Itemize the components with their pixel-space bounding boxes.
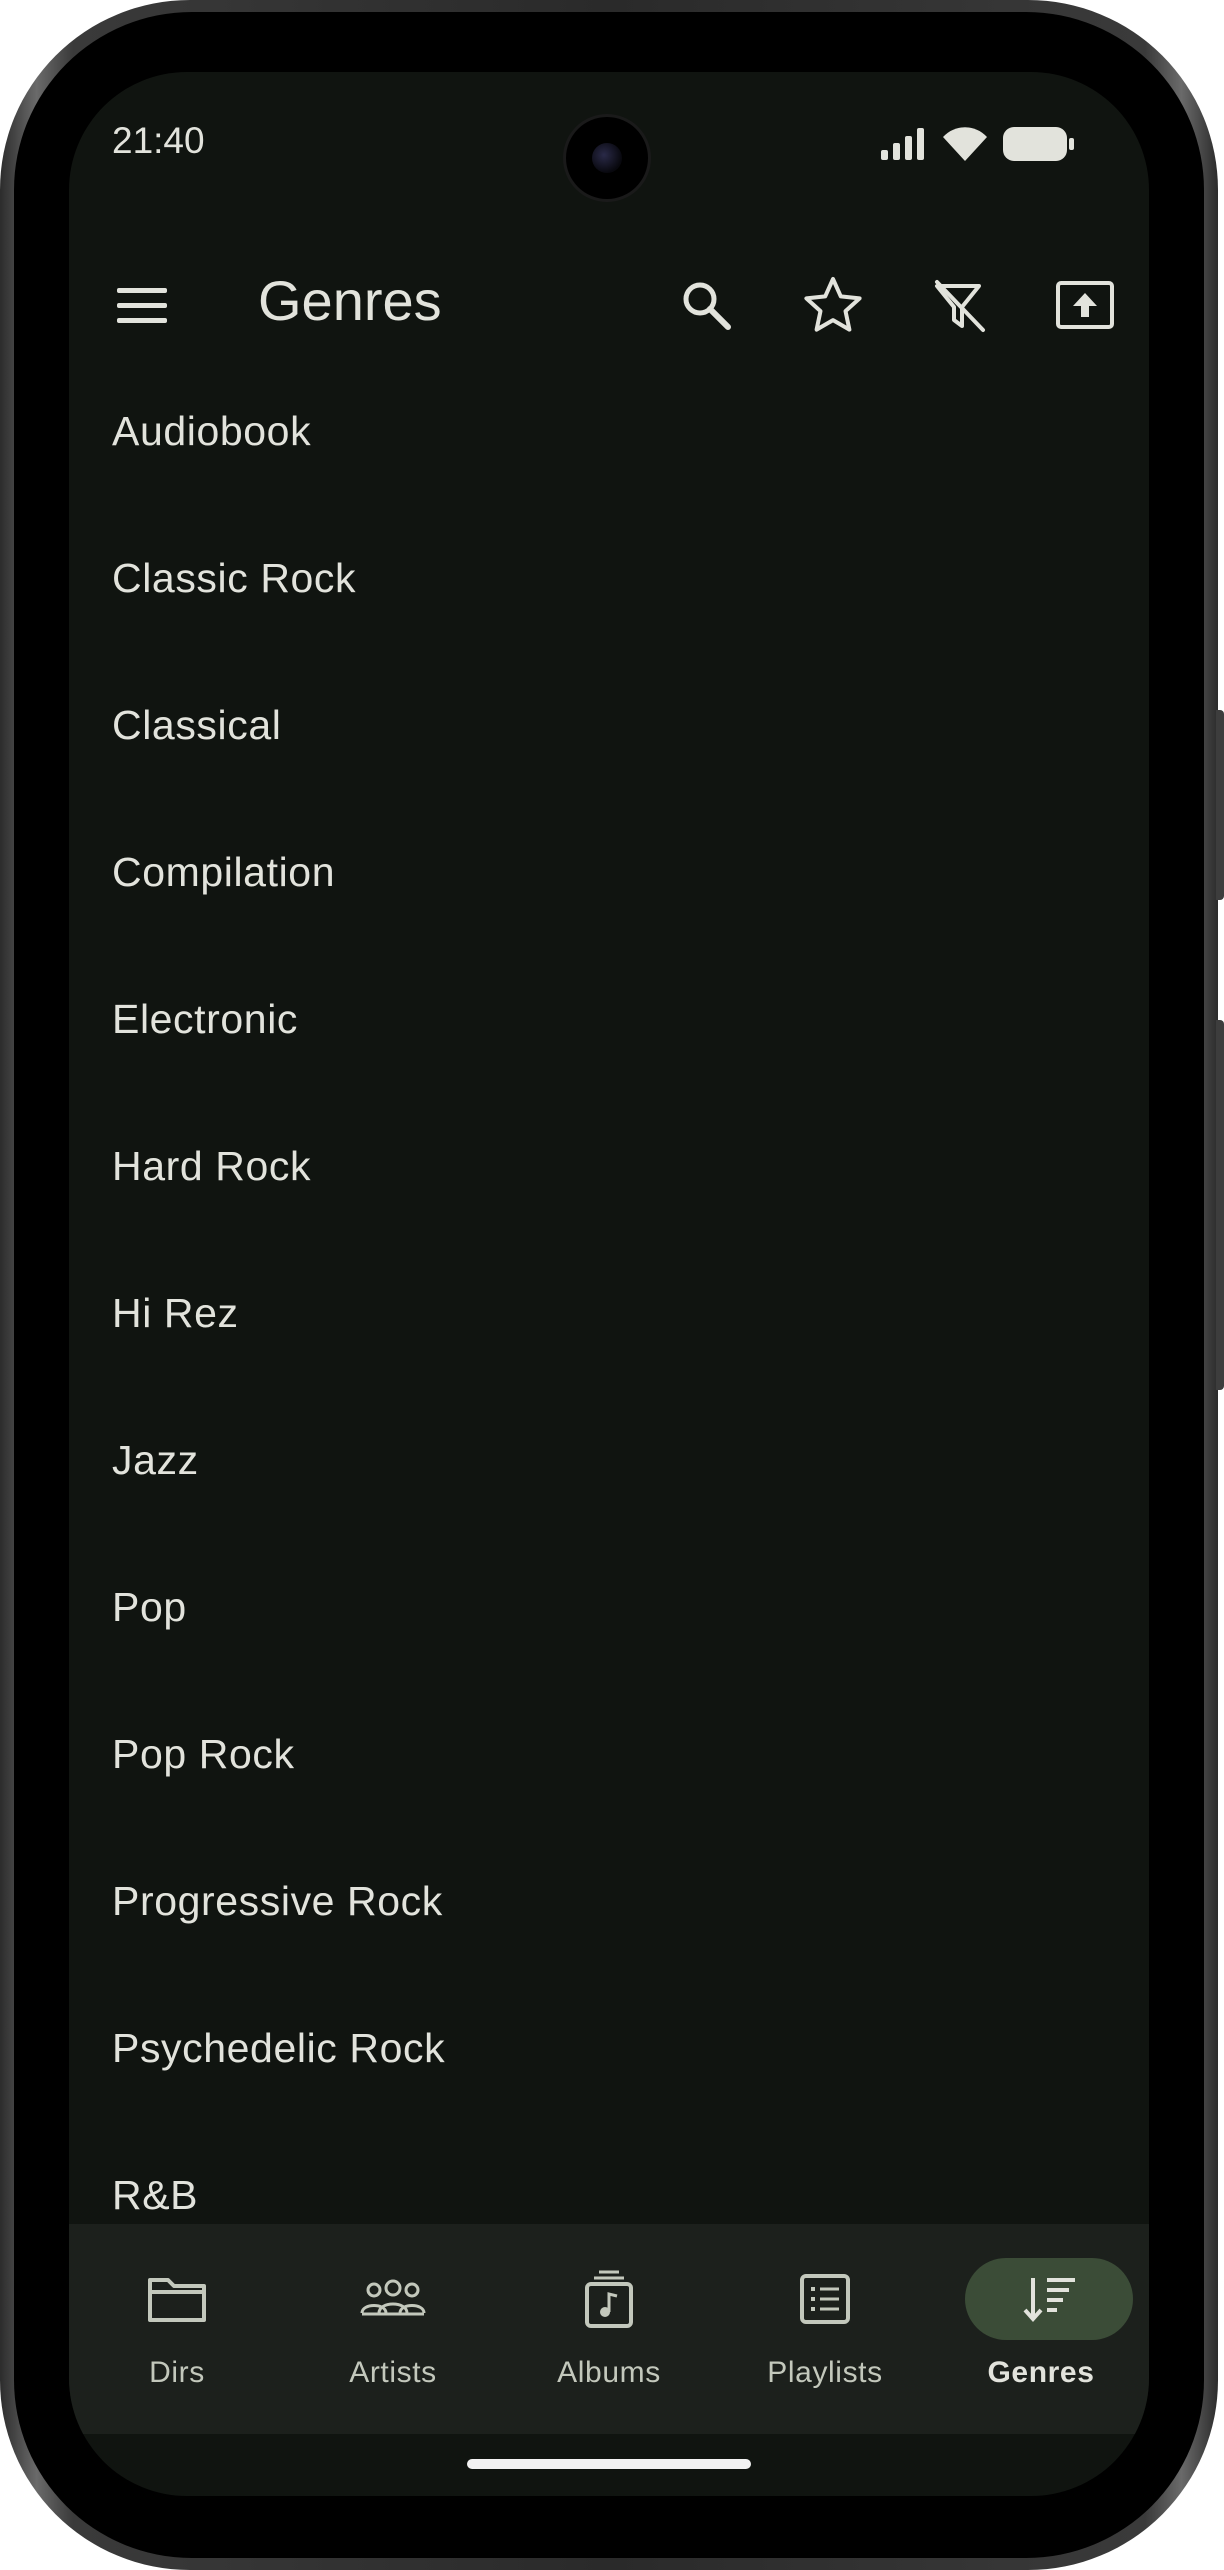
bottom-navigation: Dirs Artists Albums Playlists Genres <box>69 2224 1149 2434</box>
favorites-button[interactable] <box>791 264 875 348</box>
nav-label: Dirs <box>149 2356 205 2389</box>
genre-item-pop-rock[interactable]: Pop Rock <box>69 1681 1149 1828</box>
wifi-icon <box>943 127 987 161</box>
nav-item-artists[interactable]: Artists <box>285 2224 501 2434</box>
nav-pill <box>761 2258 889 2340</box>
menu-icon <box>117 288 167 323</box>
filter-off-icon <box>935 280 985 332</box>
nav-pill <box>329 2258 457 2340</box>
signal-icon <box>881 128 924 160</box>
nav-item-playlists[interactable]: Playlists <box>717 2224 933 2434</box>
genre-item-jazz[interactable]: Jazz <box>69 1387 1149 1534</box>
status-time: 21:40 <box>112 120 205 161</box>
volume-button <box>1216 1020 1224 1390</box>
top-app-bar: Genres <box>69 252 1149 362</box>
front-camera <box>566 117 648 199</box>
filter-off-button[interactable] <box>917 264 1001 348</box>
star-icon <box>804 277 862 332</box>
genre-item-compilation[interactable]: Compilation <box>69 799 1149 946</box>
genre-item-classic-rock[interactable]: Classic Rock <box>69 505 1149 652</box>
sort-icon <box>1023 2278 1075 2323</box>
nav-pill <box>545 2258 673 2340</box>
nav-pill-active <box>965 2258 1133 2340</box>
people-icon <box>360 2279 426 2316</box>
nav-item-dirs[interactable]: Dirs <box>69 2224 285 2434</box>
genre-item-electronic[interactable]: Electronic <box>69 946 1149 1093</box>
status-icons <box>881 124 1075 164</box>
nav-label: Playlists <box>767 2356 883 2389</box>
folder-icon <box>148 2278 206 2322</box>
playlist-icon <box>800 2274 850 2324</box>
genre-item-audiobook[interactable]: Audiobook <box>69 358 1149 505</box>
power-button <box>1216 710 1224 900</box>
upload-button[interactable] <box>1043 264 1127 348</box>
search-icon <box>683 282 731 330</box>
nav-item-albums[interactable]: Albums <box>501 2224 717 2434</box>
status-bar: 21:40 <box>69 72 1149 212</box>
upload-icon <box>1056 281 1114 329</box>
menu-button[interactable] <box>101 264 185 348</box>
screen: 21:40 Genres Audiobook Classic Rock Clas… <box>69 72 1149 2496</box>
genre-list: Audiobook Classic Rock Classical Compila… <box>69 358 1149 2269</box>
genre-item-psychedelic-rock[interactable]: Psychedelic Rock <box>69 1975 1149 2122</box>
page-title: Genres <box>258 269 442 332</box>
nav-label: Albums <box>557 2356 661 2389</box>
nav-label-active: Genres <box>987 2356 1095 2389</box>
nav-pill <box>113 2258 241 2340</box>
genre-item-hard-rock[interactable]: Hard Rock <box>69 1093 1149 1240</box>
search-button[interactable] <box>665 264 749 348</box>
nav-item-genres[interactable]: Genres <box>933 2224 1149 2434</box>
battery-icon <box>1003 127 1074 161</box>
genre-item-classical[interactable]: Classical <box>69 652 1149 799</box>
genre-item-hi-rez[interactable]: Hi Rez <box>69 1240 1149 1387</box>
genre-item-pop[interactable]: Pop <box>69 1534 1149 1681</box>
home-gesture-bar[interactable] <box>467 2459 751 2469</box>
genre-item-progressive-rock[interactable]: Progressive Rock <box>69 1828 1149 1975</box>
nav-label: Artists <box>349 2356 437 2389</box>
album-icon <box>585 2270 633 2328</box>
